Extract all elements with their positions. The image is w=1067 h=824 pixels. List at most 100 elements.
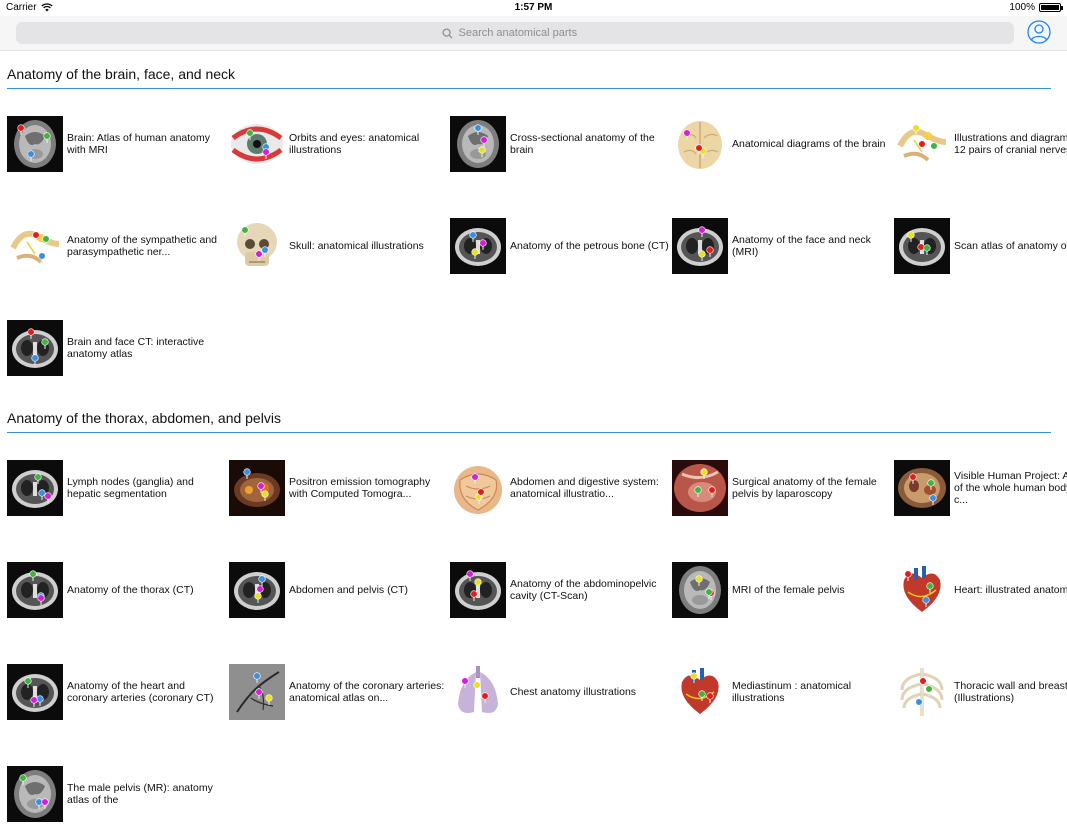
vhp-thumbnail-icon xyxy=(894,460,950,516)
section-divider xyxy=(7,88,1051,89)
catalog-item[interactable]: Chest anatomy illustrations xyxy=(450,664,670,722)
catalog-item-label: Lymph nodes (ganglia) and hepatic segmen… xyxy=(67,460,227,516)
catalog-item-title: Brain and face CT: interactive anatomy a… xyxy=(67,336,205,360)
catalog-item[interactable]: Visible Human Project: Anatomy of the wh… xyxy=(894,460,1067,518)
catalog-item[interactable]: Anatomy of the face and neck (MRI) xyxy=(672,218,892,276)
catalog-item[interactable]: Anatomy of the thorax (CT) xyxy=(7,562,227,620)
catalog-item-title: Thoracic wall and breast (Illustrations) xyxy=(954,680,1067,704)
ct-thumbnail-icon xyxy=(7,320,63,376)
catalog-item-title: Anatomy of the petrous bone (CT) xyxy=(510,240,669,252)
pet-thumbnail-icon xyxy=(229,460,285,516)
catalog-item-title: Orbits and eyes: anatomical illustration… xyxy=(289,132,420,156)
catalog-item-label: Brain and face CT: interactive anatomy a… xyxy=(67,320,227,376)
catalog-item[interactable]: Skull: anatomical illustrations xyxy=(229,218,449,276)
catalog-item-label: Cross-sectional anatomy of the brain xyxy=(510,116,670,172)
catalog-item-title: Mediastinum : anatomical illustrations xyxy=(732,680,852,704)
catalog-item[interactable]: Orbits and eyes: anatomical illustration… xyxy=(229,116,449,174)
heart-thumbnail-icon xyxy=(672,664,728,720)
catalog-item-label: Orbits and eyes: anatomical illustration… xyxy=(289,116,449,172)
ct-thumbnail-icon xyxy=(450,562,506,618)
catalog-item[interactable]: The male pelvis (MR): anatomy atlas of t… xyxy=(7,766,227,824)
brain-thumbnail-icon xyxy=(672,116,728,172)
catalog-item[interactable]: Anatomical diagrams of the brain xyxy=(672,116,892,174)
catalog-item-title: Chest anatomy illustrations xyxy=(510,686,637,698)
catalog-item-label: Skull: anatomical illustrations xyxy=(289,218,449,274)
gut-thumbnail-icon xyxy=(450,460,506,516)
catalog-item-title: Surgical anatomy of the female pelvis by… xyxy=(732,476,877,500)
angio-thumbnail-icon xyxy=(229,664,285,720)
catalog-item[interactable]: Positron emission tomography with Comput… xyxy=(229,460,449,518)
catalog-item-label: Brain: Atlas of human anatomy with MRI xyxy=(67,116,227,172)
catalog-item[interactable]: Thoracic wall and breast (Illustrations) xyxy=(894,664,1067,722)
catalog-item-title: Anatomy of the coronary arteries: anatom… xyxy=(289,680,445,704)
catalog-item[interactable]: Abdomen and pelvis (CT) xyxy=(229,562,449,620)
search-icon xyxy=(441,27,453,39)
catalog-item-title: Skull: anatomical illustrations xyxy=(289,240,424,252)
catalog-item[interactable]: Lymph nodes (ganglia) and hepatic segmen… xyxy=(7,460,227,518)
catalog-item[interactable]: Anatomy of the heart and coronary arteri… xyxy=(7,664,227,722)
search-bar[interactable] xyxy=(16,22,1014,44)
ct-thumbnail-icon xyxy=(7,460,63,516)
catalog-item-title: The male pelvis (MR): anatomy atlas of t… xyxy=(67,782,213,806)
catalog-item[interactable]: Anatomy of the sympathetic and parasympa… xyxy=(7,218,227,276)
catalog-item-title: Anatomy of the heart and coronary arteri… xyxy=(67,680,214,704)
section-title: Anatomy of the brain, face, and neck xyxy=(7,66,236,82)
catalog-item[interactable]: Brain and face CT: interactive anatomy a… xyxy=(7,320,227,378)
catalog-item-label: Anatomy of the sympathetic and parasympa… xyxy=(67,218,227,274)
catalog-item-label: The male pelvis (MR): anatomy atlas of t… xyxy=(67,766,227,822)
catalog-item-title: Anatomy of the thorax (CT) xyxy=(67,584,194,596)
status-bar: Carrier 1:57 PM 100% xyxy=(0,0,1067,16)
catalog-item-title: Anatomy of the sympathetic and parasympa… xyxy=(67,234,217,258)
catalog-item-label: Illustrations and diagrams of the 12 pai… xyxy=(954,116,1067,172)
catalog-item[interactable]: Mediastinum : anatomical illustrations xyxy=(672,664,892,722)
catalog-item-label: Surgical anatomy of the female pelvis by… xyxy=(732,460,892,516)
illus-thumbnail-icon xyxy=(7,218,63,274)
ct-thumbnail-icon xyxy=(7,562,63,618)
eye-thumbnail-icon xyxy=(229,116,285,172)
mri-thumbnail-icon xyxy=(450,116,506,172)
catalog-item-title: Anatomy of the face and neck (MRI) xyxy=(732,234,871,258)
battery-percent: 100% xyxy=(1009,2,1035,13)
catalog-item-label: Anatomy of the thorax (CT) xyxy=(67,562,227,618)
section-title: Anatomy of the thorax, abdomen, and pelv… xyxy=(7,410,281,426)
catalog-item[interactable]: Anatomy of the abdominopelvic cavity (CT… xyxy=(450,562,670,620)
section-divider xyxy=(7,432,1051,433)
catalog-item-title: Anatomical diagrams of the brain xyxy=(732,138,886,150)
catalog-item[interactable]: Illustrations and diagrams of the 12 pai… xyxy=(894,116,1067,174)
catalog-item-title: MRI of the female pelvis xyxy=(732,584,845,596)
catalog-item-title: Cross-sectional anatomy of the brain xyxy=(510,132,655,156)
catalog-item-title: Brain: Atlas of human anatomy with MRI xyxy=(67,132,210,156)
catalog-item-title: Visible Human Project: Anatomy of the wh… xyxy=(954,470,1067,506)
catalog-item[interactable]: Abdomen and digestive system: anatomical… xyxy=(450,460,670,518)
catalog-item-label: Anatomy of the coronary arteries: anatom… xyxy=(289,664,449,720)
search-input[interactable] xyxy=(458,27,589,39)
catalog-item[interactable]: Heart: illustrated anatomy xyxy=(894,562,1067,620)
catalog-item-label: Anatomy of the heart and coronary arteri… xyxy=(67,664,227,720)
catalog-item-title: Heart: illustrated anatomy xyxy=(954,584,1067,596)
illus-thumbnail-icon xyxy=(894,116,950,172)
catalog-item-title: Scan atlas of anatomy of the face xyxy=(954,240,1067,252)
catalog-item-title: Lymph nodes (ganglia) and hepatic segmen… xyxy=(67,476,194,500)
catalog-item-label: Anatomical diagrams of the brain xyxy=(732,116,892,172)
lungs-thumbnail-icon xyxy=(450,664,506,720)
navigation-bar xyxy=(0,16,1067,51)
clock: 1:57 PM xyxy=(514,2,553,13)
catalog-item[interactable]: Surgical anatomy of the female pelvis by… xyxy=(672,460,892,518)
ct-thumbnail-icon xyxy=(229,562,285,618)
mri-thumbnail-icon xyxy=(7,766,63,822)
ribs-thumbnail-icon xyxy=(894,664,950,720)
ct-thumbnail-icon xyxy=(894,218,950,274)
catalog-item[interactable]: Cross-sectional anatomy of the brain xyxy=(450,116,670,174)
catalog-item[interactable]: Anatomy of the petrous bone (CT) xyxy=(450,218,670,276)
catalog-item-label: Anatomy of the face and neck (MRI) xyxy=(732,218,892,274)
catalog-item-label: Mediastinum : anatomical illustrations xyxy=(732,664,892,720)
catalog-item[interactable]: MRI of the female pelvis xyxy=(672,562,892,620)
catalog-item-label: Chest anatomy illustrations xyxy=(510,664,670,720)
catalog-item-label: Anatomy of the petrous bone (CT) xyxy=(510,218,670,274)
ct-thumbnail-icon xyxy=(7,664,63,720)
catalog-item[interactable]: Brain: Atlas of human anatomy with MRI xyxy=(7,116,227,174)
catalog-item[interactable]: Anatomy of the coronary arteries: anatom… xyxy=(229,664,449,722)
profile-icon[interactable] xyxy=(1027,20,1051,44)
catalog-item-label: Abdomen and digestive system: anatomical… xyxy=(510,460,670,516)
catalog-item[interactable]: Scan atlas of anatomy of the face xyxy=(894,218,1067,276)
